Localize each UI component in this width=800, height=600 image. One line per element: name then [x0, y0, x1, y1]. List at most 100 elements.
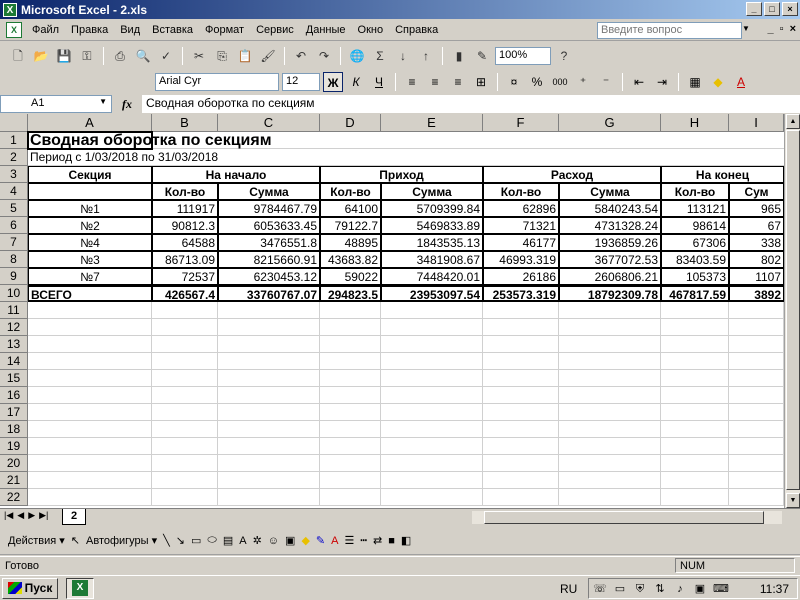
cell[interactable]: 64100 — [320, 200, 381, 217]
cell[interactable]: Сумма — [218, 183, 320, 200]
cell[interactable]: №1 — [28, 200, 152, 217]
cell[interactable] — [152, 353, 218, 370]
cell[interactable]: 467817.59 — [661, 285, 729, 302]
cell[interactable] — [320, 302, 381, 319]
cell[interactable]: 2606806.21 — [559, 268, 661, 285]
column-header[interactable]: C — [218, 114, 320, 132]
autoshapes-menu[interactable]: Автофигуры ▾ — [86, 534, 157, 547]
row-header[interactable]: 5 — [0, 200, 28, 217]
cell[interactable] — [559, 353, 661, 370]
row-header[interactable]: 21 — [0, 472, 28, 489]
cell[interactable] — [320, 489, 381, 506]
menu-format[interactable]: Формат — [199, 24, 250, 36]
cell[interactable] — [381, 472, 483, 489]
cell[interactable]: 23953097.54 — [381, 285, 483, 302]
cell[interactable] — [152, 489, 218, 506]
cell[interactable]: №3 — [28, 251, 152, 268]
cell[interactable] — [28, 387, 152, 404]
cell[interactable]: Сумма — [559, 183, 661, 200]
cell[interactable] — [381, 387, 483, 404]
cell[interactable]: 67306 — [661, 234, 729, 251]
print-preview-icon[interactable]: 🔍 — [133, 46, 153, 66]
cell[interactable]: 6053633.45 — [218, 217, 320, 234]
menu-help[interactable]: Справка — [389, 24, 444, 36]
print-icon[interactable]: ⎙ — [110, 46, 130, 66]
column-header[interactable]: H — [661, 114, 729, 132]
cell[interactable] — [152, 370, 218, 387]
cell[interactable] — [152, 302, 218, 319]
cell[interactable]: 3892 — [729, 285, 784, 302]
cell[interactable] — [28, 319, 152, 336]
cell[interactable] — [152, 455, 218, 472]
cell[interactable]: №4 — [28, 234, 152, 251]
row-header[interactable]: 20 — [0, 455, 28, 472]
cell[interactable]: 5469833.89 — [381, 217, 483, 234]
align-left-icon[interactable]: ≡ — [402, 72, 422, 92]
row-header[interactable]: 14 — [0, 353, 28, 370]
cell[interactable] — [320, 438, 381, 455]
cell[interactable] — [152, 438, 218, 455]
row-header[interactable]: 15 — [0, 370, 28, 387]
cell[interactable]: Приход — [320, 166, 483, 183]
cell[interactable] — [381, 489, 483, 506]
cell[interactable]: Секция — [28, 166, 152, 183]
cell[interactable] — [483, 421, 559, 438]
help-search-input[interactable]: Введите вопрос — [597, 22, 742, 39]
permission-icon[interactable]: ⚿ — [77, 46, 97, 66]
cell[interactable] — [218, 387, 320, 404]
doc-minimize-button[interactable]: _ — [768, 23, 774, 35]
cell[interactable]: Расход — [483, 166, 661, 183]
cell[interactable]: 3677072.53 — [559, 251, 661, 268]
cell[interactable]: Период с 1/03/2018 по 31/03/2018 — [28, 149, 381, 166]
column-header[interactable]: F — [483, 114, 559, 132]
cell[interactable] — [729, 319, 784, 336]
cell[interactable] — [729, 472, 784, 489]
row-header[interactable]: 2 — [0, 149, 28, 166]
cell[interactable] — [218, 438, 320, 455]
first-sheet-icon[interactable]: |◀ — [4, 510, 13, 521]
copy-icon[interactable]: ⎘ — [212, 46, 232, 66]
cell[interactable] — [729, 421, 784, 438]
workbook-icon[interactable]: X — [6, 22, 22, 38]
cell[interactable]: 294823.5 — [320, 285, 381, 302]
cell[interactable]: 8215660.91 — [218, 251, 320, 268]
cell[interactable]: 113121 — [661, 200, 729, 217]
align-right-icon[interactable]: ≡ — [448, 72, 468, 92]
bold-button[interactable]: Ж — [323, 72, 343, 92]
cell[interactable]: 7448420.01 — [381, 268, 483, 285]
hyperlink-icon[interactable]: 🌐 — [347, 46, 367, 66]
cell[interactable]: Кол-во — [152, 183, 218, 200]
cell[interactable] — [559, 387, 661, 404]
cell[interactable] — [28, 370, 152, 387]
menu-window[interactable]: Окно — [352, 24, 390, 36]
cell[interactable] — [729, 489, 784, 506]
cell[interactable]: Сводная оборотка по секциям — [28, 132, 381, 149]
thousands-button[interactable]: 000 — [550, 72, 570, 92]
cell[interactable] — [381, 455, 483, 472]
cell[interactable]: 59022 — [320, 268, 381, 285]
cell[interactable] — [661, 302, 729, 319]
cell[interactable] — [381, 404, 483, 421]
start-button[interactable]: Пуск — [2, 577, 58, 599]
cell[interactable]: 1843535.13 — [381, 234, 483, 251]
scroll-thumb[interactable] — [786, 130, 800, 490]
redo-icon[interactable]: ↷ — [314, 46, 334, 66]
undo-icon[interactable]: ↶ — [291, 46, 311, 66]
row-header[interactable]: 13 — [0, 336, 28, 353]
name-box[interactable]: A1 ▼ — [0, 95, 112, 113]
decrease-decimal-icon[interactable]: ⁻ — [596, 72, 616, 92]
cell[interactable]: 4731328.24 — [559, 217, 661, 234]
oval-icon[interactable]: ⬭ — [207, 534, 216, 547]
textbox-icon[interactable]: ▤ — [223, 534, 233, 547]
cell[interactable] — [483, 438, 559, 455]
cut-icon[interactable]: ✂ — [189, 46, 209, 66]
cell[interactable] — [729, 370, 784, 387]
cell[interactable]: 71321 — [483, 217, 559, 234]
cell[interactable] — [559, 438, 661, 455]
help-icon[interactable]: ? — [554, 46, 574, 66]
cell[interactable]: 46177 — [483, 234, 559, 251]
scroll-down-icon[interactable]: ▼ — [786, 493, 800, 508]
cell[interactable] — [28, 489, 152, 506]
row-header[interactable]: 10 — [0, 285, 28, 302]
cell[interactable] — [320, 472, 381, 489]
